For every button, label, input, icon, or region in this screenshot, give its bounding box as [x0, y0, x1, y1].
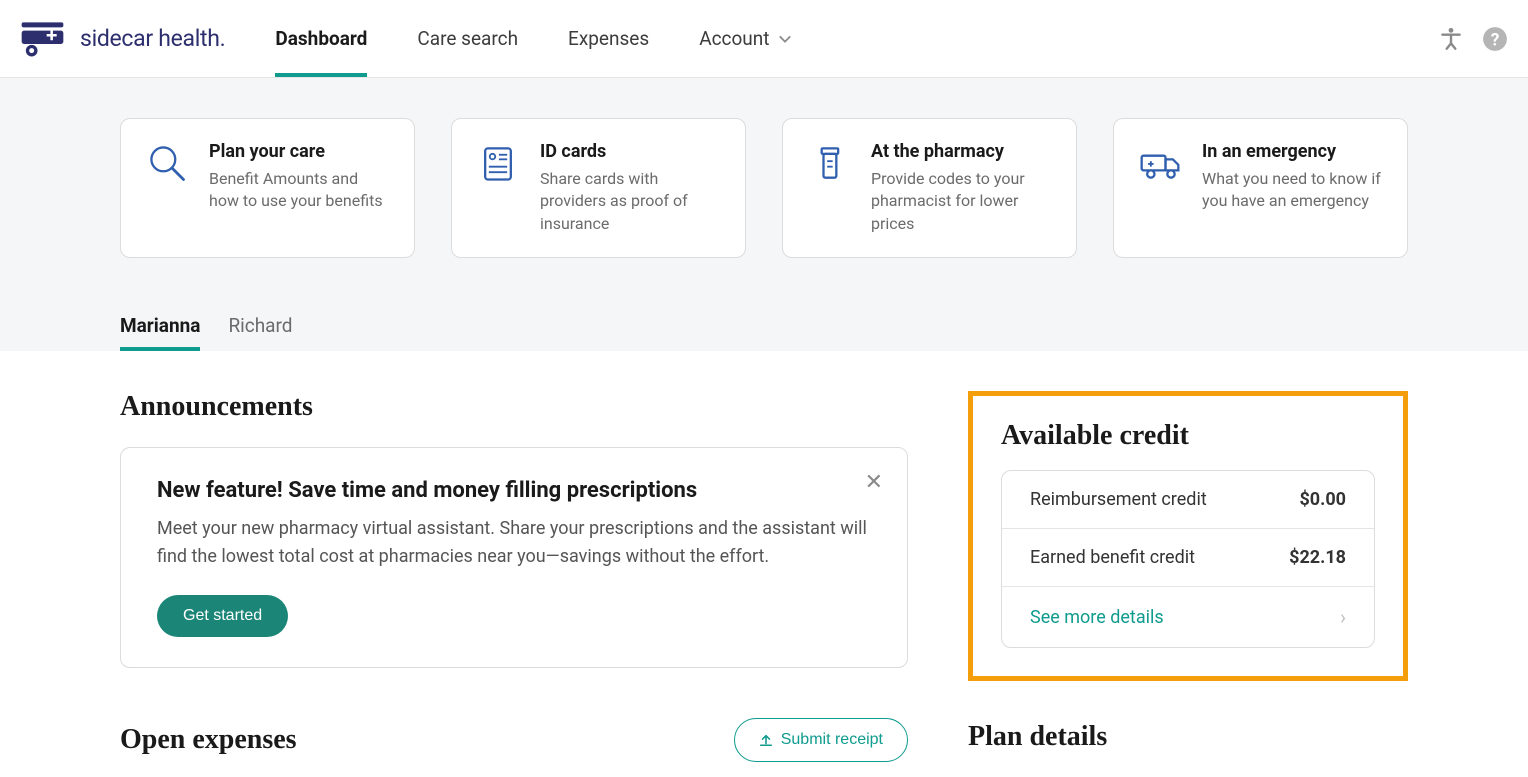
- get-started-button[interactable]: Get started: [157, 595, 288, 637]
- submit-receipt-button[interactable]: Submit receipt: [734, 718, 908, 762]
- brand-name: sidecar health.: [80, 25, 225, 52]
- tab-marianna[interactable]: Marianna: [120, 308, 200, 351]
- announcement-body: Meet your new pharmacy virtual assistant…: [157, 515, 871, 571]
- pill-bottle-icon: [807, 141, 851, 185]
- right-column: Available credit Reimbursement credit $0…: [968, 391, 1408, 777]
- header-right: ?: [1438, 26, 1508, 52]
- ambulance-icon: [1138, 141, 1182, 185]
- card-title: At the pharmacy: [871, 141, 1052, 162]
- top-header: sidecar health. Dashboard Care search Ex…: [0, 0, 1528, 78]
- see-more-details-link[interactable]: See more details ›: [1002, 587, 1374, 647]
- card-pharmacy[interactable]: At the pharmacy Provide codes to your ph…: [782, 118, 1077, 258]
- card-title: Plan your care: [209, 141, 390, 162]
- brand-logo[interactable]: sidecar health.: [20, 20, 225, 58]
- earned-credit-label: Earned benefit credit: [1030, 547, 1195, 568]
- tab-richard[interactable]: Richard: [228, 308, 292, 351]
- card-title: ID cards: [540, 141, 721, 162]
- earned-credit-value: $22.18: [1289, 547, 1346, 568]
- help-icon[interactable]: ?: [1482, 26, 1508, 52]
- announcement-title: New feature! Save time and money filling…: [157, 478, 871, 503]
- quick-cards-row: Plan your care Benefit Amounts and how t…: [120, 118, 1408, 308]
- svg-text:?: ?: [1491, 30, 1500, 50]
- announcement-card: ✕ New feature! Save time and money filli…: [120, 447, 908, 668]
- card-desc: Share cards with providers as proof of i…: [540, 168, 721, 235]
- available-credit-highlight: Available credit Reimbursement credit $0…: [968, 391, 1408, 681]
- earned-credit-row: Earned benefit credit $22.18: [1002, 529, 1374, 587]
- card-desc: Benefit Amounts and how to use your bene…: [209, 168, 390, 213]
- credit-card: Reimbursement credit $0.00 Earned benefi…: [1001, 470, 1375, 648]
- card-desc: What you need to know if you have an eme…: [1202, 168, 1383, 213]
- nav-dashboard[interactable]: Dashboard: [275, 0, 367, 77]
- card-emergency[interactable]: In an emergency What you need to know if…: [1113, 118, 1408, 258]
- see-more-details-label: See more details: [1030, 607, 1164, 628]
- card-desc: Provide codes to your pharmacist for low…: [871, 168, 1052, 235]
- card-id-cards[interactable]: ID cards Share cards with providers as p…: [451, 118, 746, 258]
- upload-icon: [759, 733, 773, 747]
- sidecar-logo-icon: [20, 20, 70, 58]
- main-body: Announcements ✕ New feature! Save time a…: [120, 391, 1408, 777]
- card-plan-your-care[interactable]: Plan your care Benefit Amounts and how t…: [120, 118, 415, 258]
- available-credit-heading: Available credit: [1001, 420, 1375, 452]
- reimbursement-row: Reimbursement credit $0.00: [1002, 471, 1374, 529]
- submit-receipt-label: Submit receipt: [781, 731, 883, 749]
- accessibility-icon[interactable]: [1438, 26, 1464, 52]
- open-expenses-heading: Open expenses: [120, 724, 297, 756]
- topsection: Plan your care Benefit Amounts and how t…: [0, 78, 1528, 351]
- nav-care-search[interactable]: Care search: [417, 0, 518, 77]
- left-column: Announcements ✕ New feature! Save time a…: [120, 391, 908, 777]
- card-title: In an emergency: [1202, 141, 1383, 162]
- close-icon[interactable]: ✕: [865, 472, 883, 494]
- plan-details-heading: Plan details: [968, 721, 1408, 753]
- chevron-down-icon: [778, 32, 792, 46]
- id-card-icon: [476, 141, 520, 185]
- magnifier-icon: [145, 141, 189, 185]
- nav-expenses[interactable]: Expenses: [568, 0, 649, 77]
- chevron-right-icon: ›: [1340, 605, 1346, 629]
- person-tabs: Marianna Richard: [120, 308, 1528, 351]
- main-nav: Dashboard Care search Expenses Account: [275, 0, 791, 77]
- nav-account[interactable]: Account: [699, 0, 791, 77]
- open-expenses-row: Open expenses Submit receipt: [120, 718, 908, 762]
- announcements-heading: Announcements: [120, 391, 908, 423]
- reimbursement-value: $0.00: [1299, 489, 1346, 510]
- reimbursement-label: Reimbursement credit: [1030, 489, 1207, 510]
